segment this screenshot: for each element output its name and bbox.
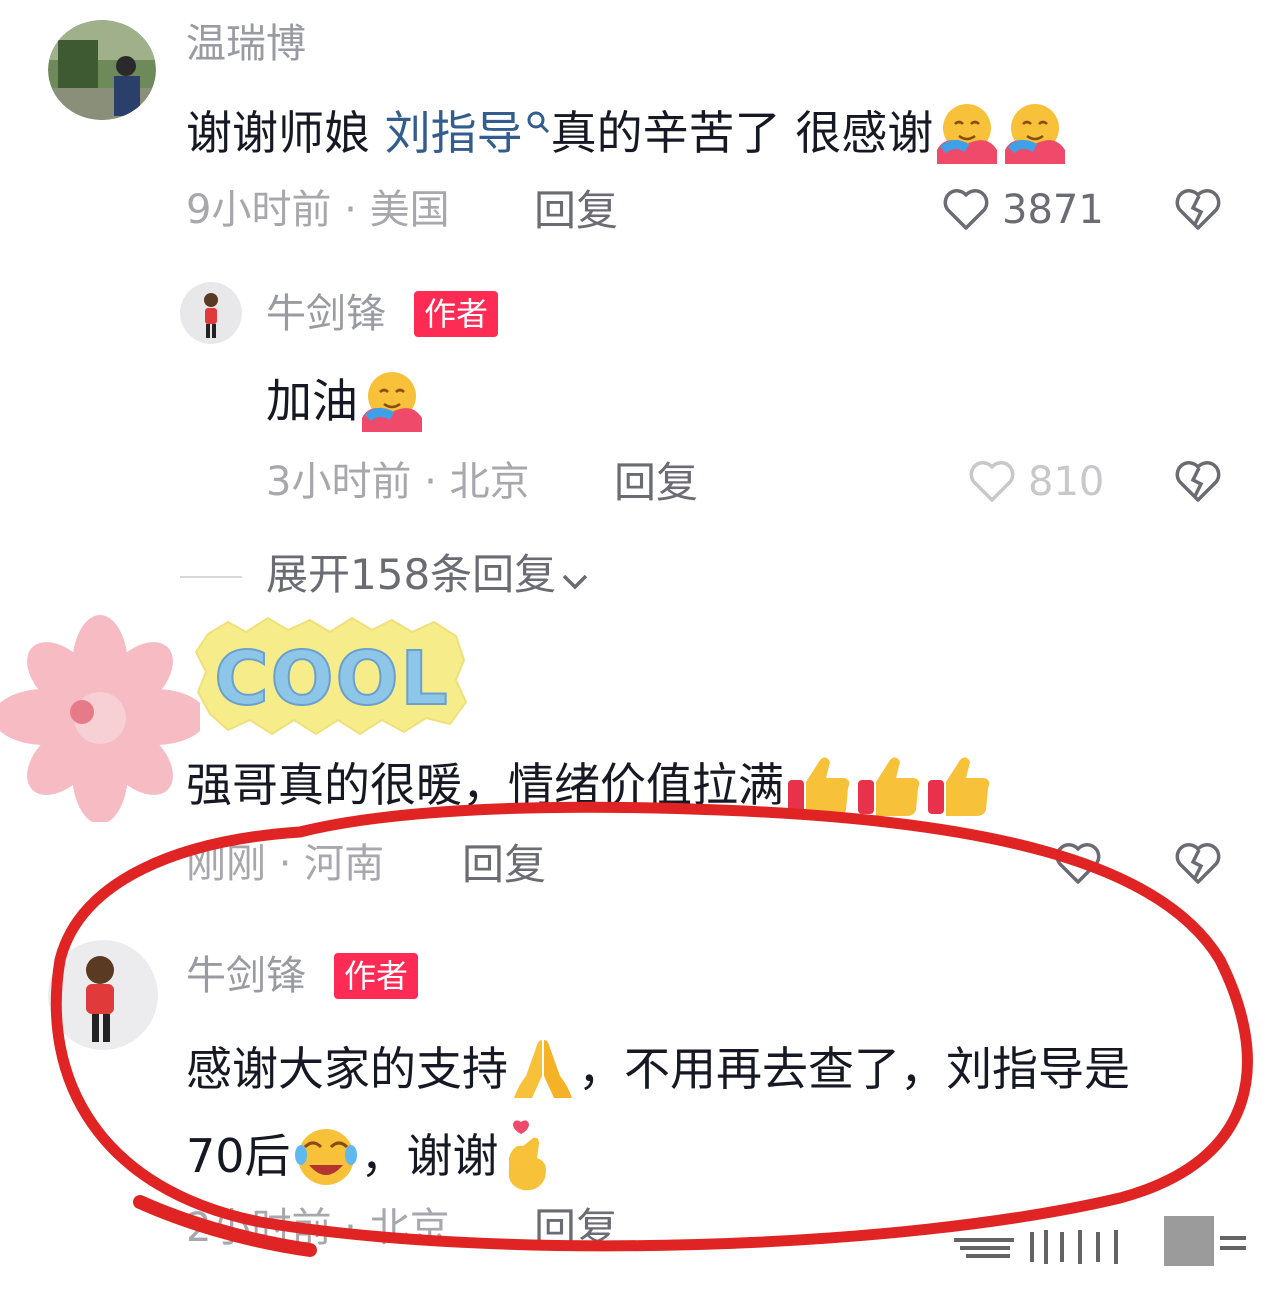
watermark-logo — [954, 1216, 1246, 1266]
red-annotation-circle — [50, 801, 1253, 1257]
